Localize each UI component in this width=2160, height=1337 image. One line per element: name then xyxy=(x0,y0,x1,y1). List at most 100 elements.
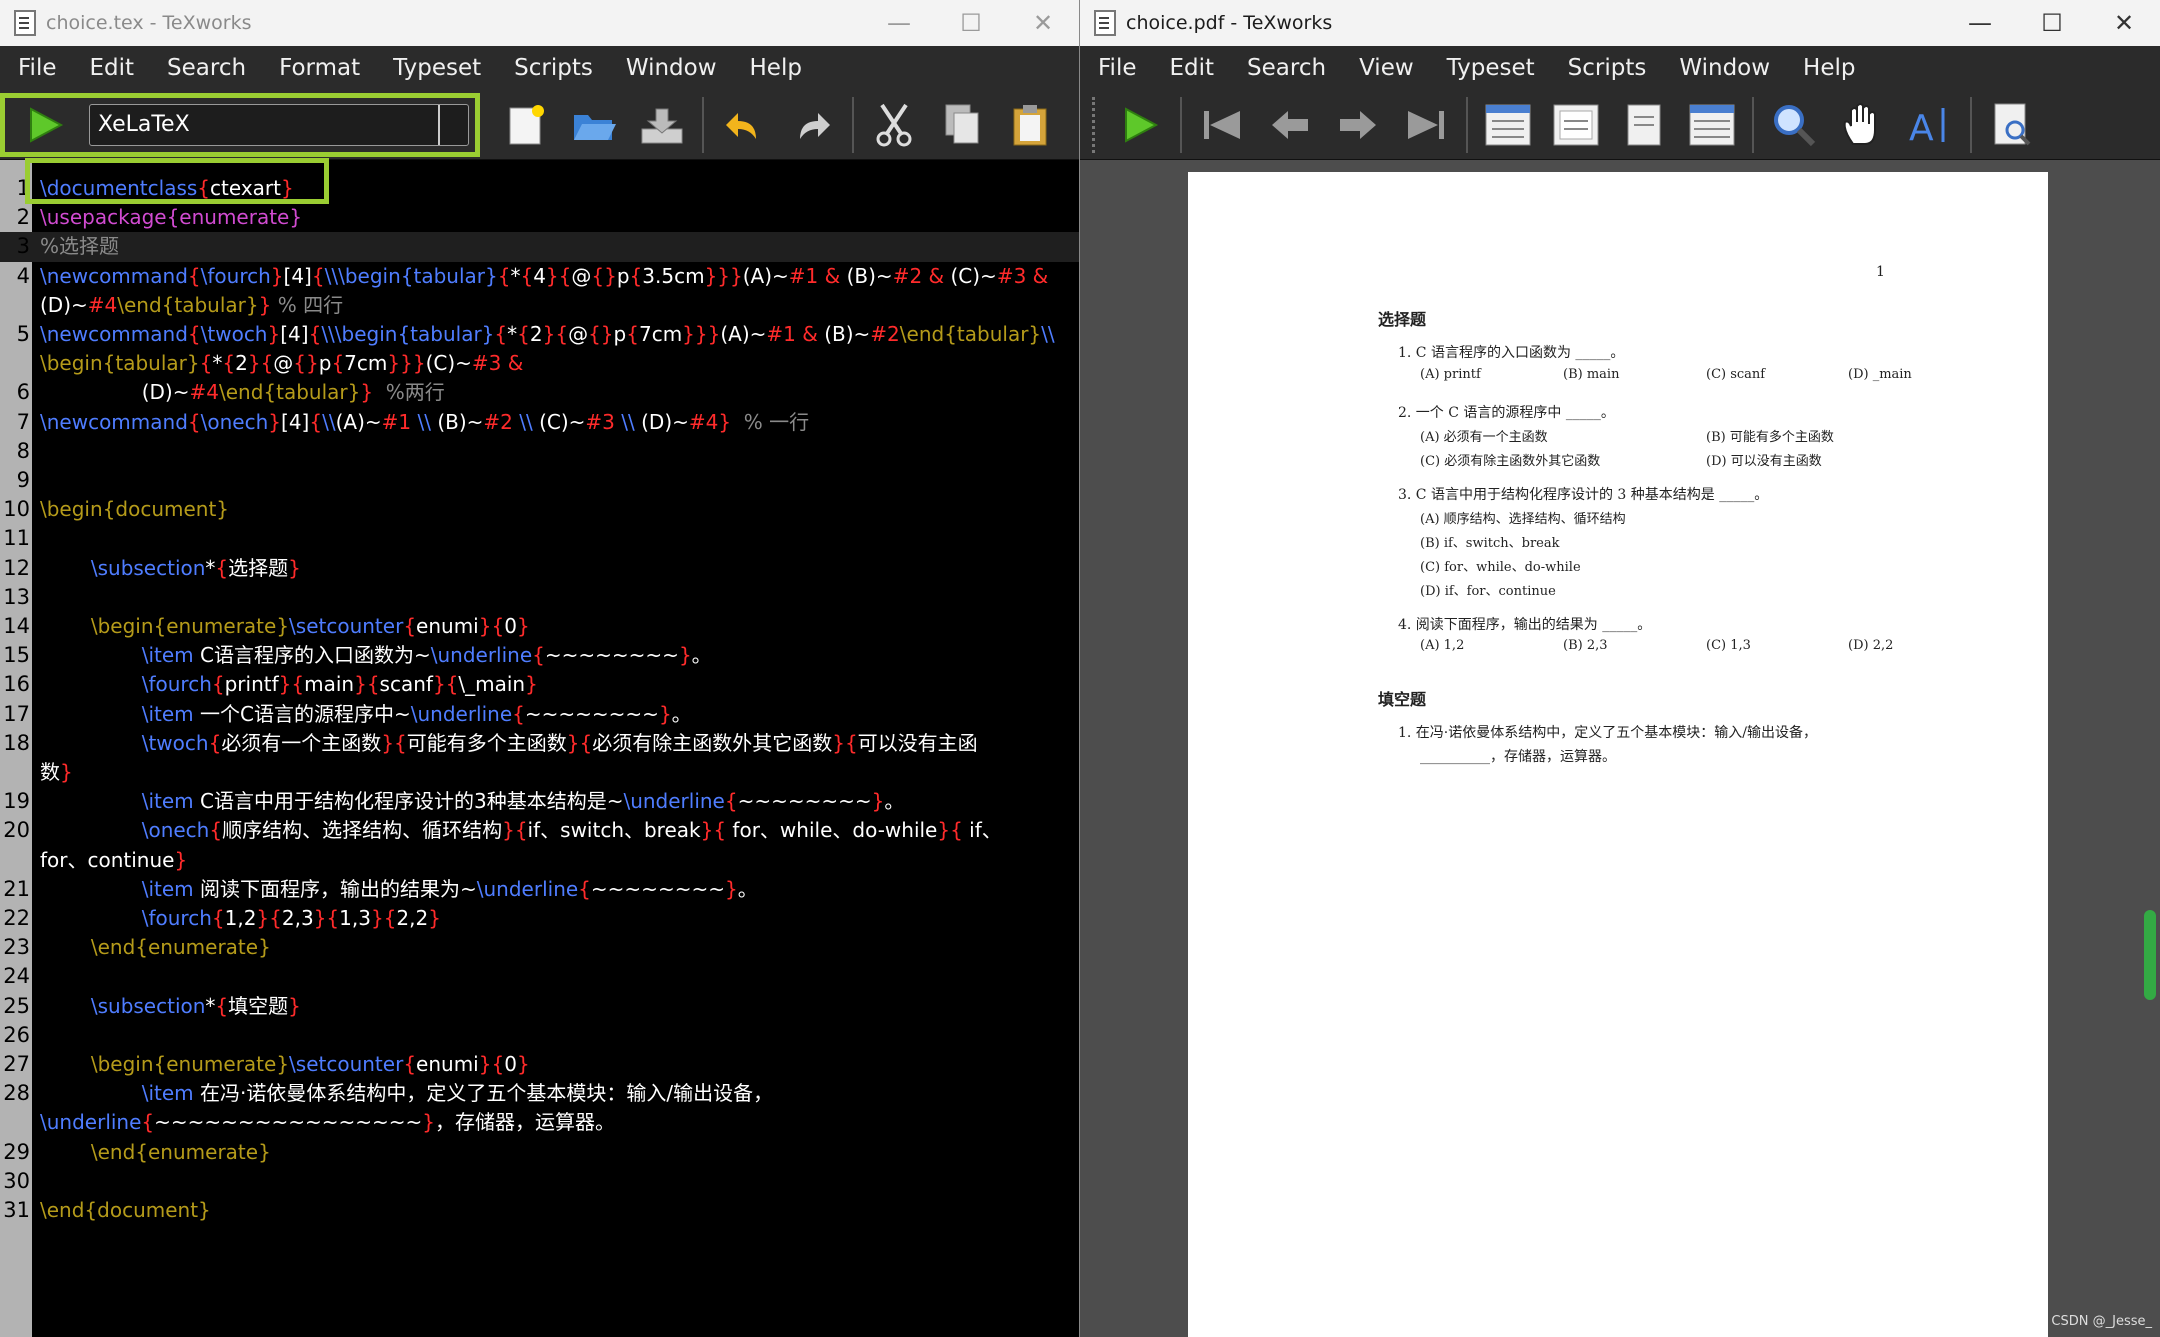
code-text: (D)~#4\end{tabular}} % 四行 xyxy=(40,291,343,320)
chevron-down-icon[interactable] xyxy=(438,104,468,145)
menu-edit[interactable]: Edit xyxy=(78,55,147,81)
previous-page-button[interactable] xyxy=(1261,96,1319,154)
menu-view[interactable]: View xyxy=(1347,55,1426,81)
code-line-30[interactable]: 30 xyxy=(0,1167,1079,1196)
code-line-wrap[interactable]: 数} xyxy=(0,758,1079,787)
menu-typeset[interactable]: Typeset xyxy=(381,55,493,81)
copy-button[interactable] xyxy=(933,96,991,154)
code-line-24[interactable]: 24 xyxy=(0,962,1079,991)
code-line-22[interactable]: 22 \fourch{1,2}{2,3}{1,3}{2,2} xyxy=(0,904,1079,933)
toolbar-grip[interactable] xyxy=(1092,96,1100,153)
code-line-16[interactable]: 16 \fourch{printf}{main}{scanf}{\_main} xyxy=(0,670,1079,699)
code-line-12[interactable]: 12 \subsection*{选择题} xyxy=(0,554,1079,583)
code-line-9[interactable]: 9 xyxy=(0,466,1079,495)
code-token: (D)~ xyxy=(40,380,190,405)
minimize-icon[interactable]: — xyxy=(863,0,935,46)
code-line-14[interactable]: 14 \begin{enumerate}\setcounter{enumi}{0… xyxy=(0,612,1079,641)
code-line-15[interactable]: 15 \item C语言程序的入口函数为~\underline{~~~~~~~~… xyxy=(0,641,1079,670)
code-line-wrap[interactable]: for、continue} xyxy=(0,846,1079,875)
code-line-29[interactable]: 29 \end{enumerate} xyxy=(0,1138,1079,1167)
typeset-button[interactable] xyxy=(1111,96,1169,154)
pdf-viewer-area[interactable]: 1 选择题 1. C 语言程序的入口函数为 _____。 (A) printf … xyxy=(1080,160,2160,1337)
undo-button[interactable] xyxy=(715,96,773,154)
code-token: }{ xyxy=(354,672,380,697)
menu-scripts[interactable]: Scripts xyxy=(1556,55,1659,81)
cut-button[interactable] xyxy=(865,96,923,154)
code-line-2[interactable]: 2 \usepackage{enumerate} xyxy=(0,203,1079,232)
code-line-wrap[interactable]: (D)~#4\end{tabular}} % 四行 xyxy=(0,291,1079,320)
code-line-7[interactable]: 7 \newcommand{\onech}[4]{\\(A)~#1 \\ (B)~… xyxy=(0,408,1079,437)
viewer-window: choice.pdf - TeXworks — ☐ ✕ File Edit Se… xyxy=(1080,0,2160,1337)
code-line-21[interactable]: 21 \item 阅读下面程序，输出的结果为~\underline{~~~~~~… xyxy=(0,875,1079,904)
code-line-6[interactable]: 6 (D)~#4\end{tabular}} %两行 xyxy=(0,378,1079,407)
code-token: { xyxy=(578,876,591,901)
code-token: 1,3 xyxy=(339,906,371,930)
code-line-20[interactable]: 20 \onech{顺序结构、选择结构、循环结构}{if、switch、brea… xyxy=(0,816,1079,845)
maximize-icon[interactable]: ☐ xyxy=(2016,0,2088,46)
code-line-5[interactable]: 5 \newcommand{\twoch}[4]{\\\begin{tabular… xyxy=(0,320,1079,349)
code-line-13[interactable]: 13 xyxy=(0,583,1079,612)
menu-edit[interactable]: Edit xyxy=(1158,55,1227,81)
menu-file[interactable]: File xyxy=(1086,55,1149,81)
code-line-23[interactable]: 23 \end{enumerate} xyxy=(0,933,1079,962)
code-line-19[interactable]: 19 \item C语言中用于结构化程序设计的3种基本结构是~\underlin… xyxy=(0,787,1079,816)
close-icon[interactable]: ✕ xyxy=(1007,0,1079,46)
code-token: } xyxy=(258,292,272,317)
code-line-27[interactable]: 27 \begin{enumerate}\setcounter{enumi}{0… xyxy=(0,1050,1079,1079)
code-line-17[interactable]: 17 \item 一个C语言的源程序中~\underline{~~~~~~~~}… xyxy=(0,700,1079,729)
menu-search[interactable]: Search xyxy=(155,55,258,81)
menu-window[interactable]: Window xyxy=(614,55,729,81)
magnify-tool-button[interactable] xyxy=(1765,96,1823,154)
code-line-8[interactable]: 8 xyxy=(0,437,1079,466)
line-number: 29 xyxy=(3,1139,30,1164)
code-line-18[interactable]: 18 \twoch{必须有一个主函数}{可能有多个主函数}{必须有除主函数外其它… xyxy=(0,729,1079,758)
menu-help[interactable]: Help xyxy=(1791,55,1867,81)
code-editor[interactable]: 1 \documentclass{ctexart} 2 \usepackage{enu… xyxy=(0,160,1079,1337)
code-line-wrap[interactable]: \underline{~~~~~~~~~~~~~~~~}，存储器，运算器。 xyxy=(0,1108,1079,1137)
menu-window[interactable]: Window xyxy=(1667,55,1782,81)
last-page-button[interactable] xyxy=(1397,96,1455,154)
new-file-button[interactable] xyxy=(497,96,555,154)
code-line-4[interactable]: 4 \newcommand{\fourch}[4]{\\\begin{tabula… xyxy=(0,262,1079,291)
fit-width-button[interactable] xyxy=(1547,96,1605,154)
menu-typeset[interactable]: Typeset xyxy=(1435,55,1547,81)
scroll-tool-button[interactable] xyxy=(1833,96,1891,154)
code-line-3[interactable]: 3 %选择题 xyxy=(0,232,1079,262)
code-text: \item C语言中用于结构化程序设计的3种基本结构是~\underline{~… xyxy=(40,787,905,816)
vertical-scrollbar-thumb[interactable] xyxy=(2144,910,2156,1000)
find-in-pdf-button[interactable] xyxy=(1983,96,2041,154)
code-line-wrap[interactable]: \begin{tabular}{*{2}{@{}p{7cm}}}(C)~#3 & xyxy=(0,349,1079,378)
menu-scripts[interactable]: Scripts xyxy=(502,55,605,81)
actual-size-button[interactable] xyxy=(1479,96,1537,154)
typeset-group: XeLaTeX xyxy=(0,92,480,157)
code-line-28[interactable]: 28 \item 在冯·诺依曼体系结构中，定义了五个基本模块：输入/输出设备， xyxy=(0,1079,1079,1108)
close-icon[interactable]: ✕ xyxy=(2088,0,2160,46)
menu-search[interactable]: Search xyxy=(1235,55,1338,81)
clipboard-icon xyxy=(1013,104,1047,145)
fit-window-button[interactable] xyxy=(1683,96,1741,154)
typeset-button[interactable] xyxy=(16,96,74,154)
save-file-button[interactable] xyxy=(633,96,691,154)
code-line-25[interactable]: 25 \subsection*{填空题} xyxy=(0,992,1079,1021)
first-page-button[interactable] xyxy=(1193,96,1251,154)
redo-button[interactable] xyxy=(783,96,841,154)
code-token: 必须有一个主函数 xyxy=(221,730,382,755)
code-token: 0 xyxy=(504,1052,517,1076)
code-line-10[interactable]: 10 \begin{document} xyxy=(0,495,1079,524)
menu-help[interactable]: Help xyxy=(738,55,814,81)
typeset-engine-select[interactable]: XeLaTeX xyxy=(89,103,469,146)
menu-format[interactable]: Format xyxy=(267,55,372,81)
toolbar-separator xyxy=(852,96,854,153)
paste-button[interactable] xyxy=(1001,96,1059,154)
menu-file[interactable]: File xyxy=(6,55,69,81)
maximize-icon[interactable]: ☐ xyxy=(935,0,1007,46)
next-page-button[interactable] xyxy=(1329,96,1387,154)
code-line-11[interactable]: 11 xyxy=(0,524,1079,553)
select-text-button[interactable]: A xyxy=(1901,96,1959,154)
fit-page-button[interactable] xyxy=(1615,96,1673,154)
open-file-button[interactable] xyxy=(565,96,623,154)
code-line-31[interactable]: 31 \end{document} xyxy=(0,1196,1079,1225)
minimize-icon[interactable]: — xyxy=(1944,0,2016,46)
code-line-26[interactable]: 26 xyxy=(0,1021,1079,1050)
